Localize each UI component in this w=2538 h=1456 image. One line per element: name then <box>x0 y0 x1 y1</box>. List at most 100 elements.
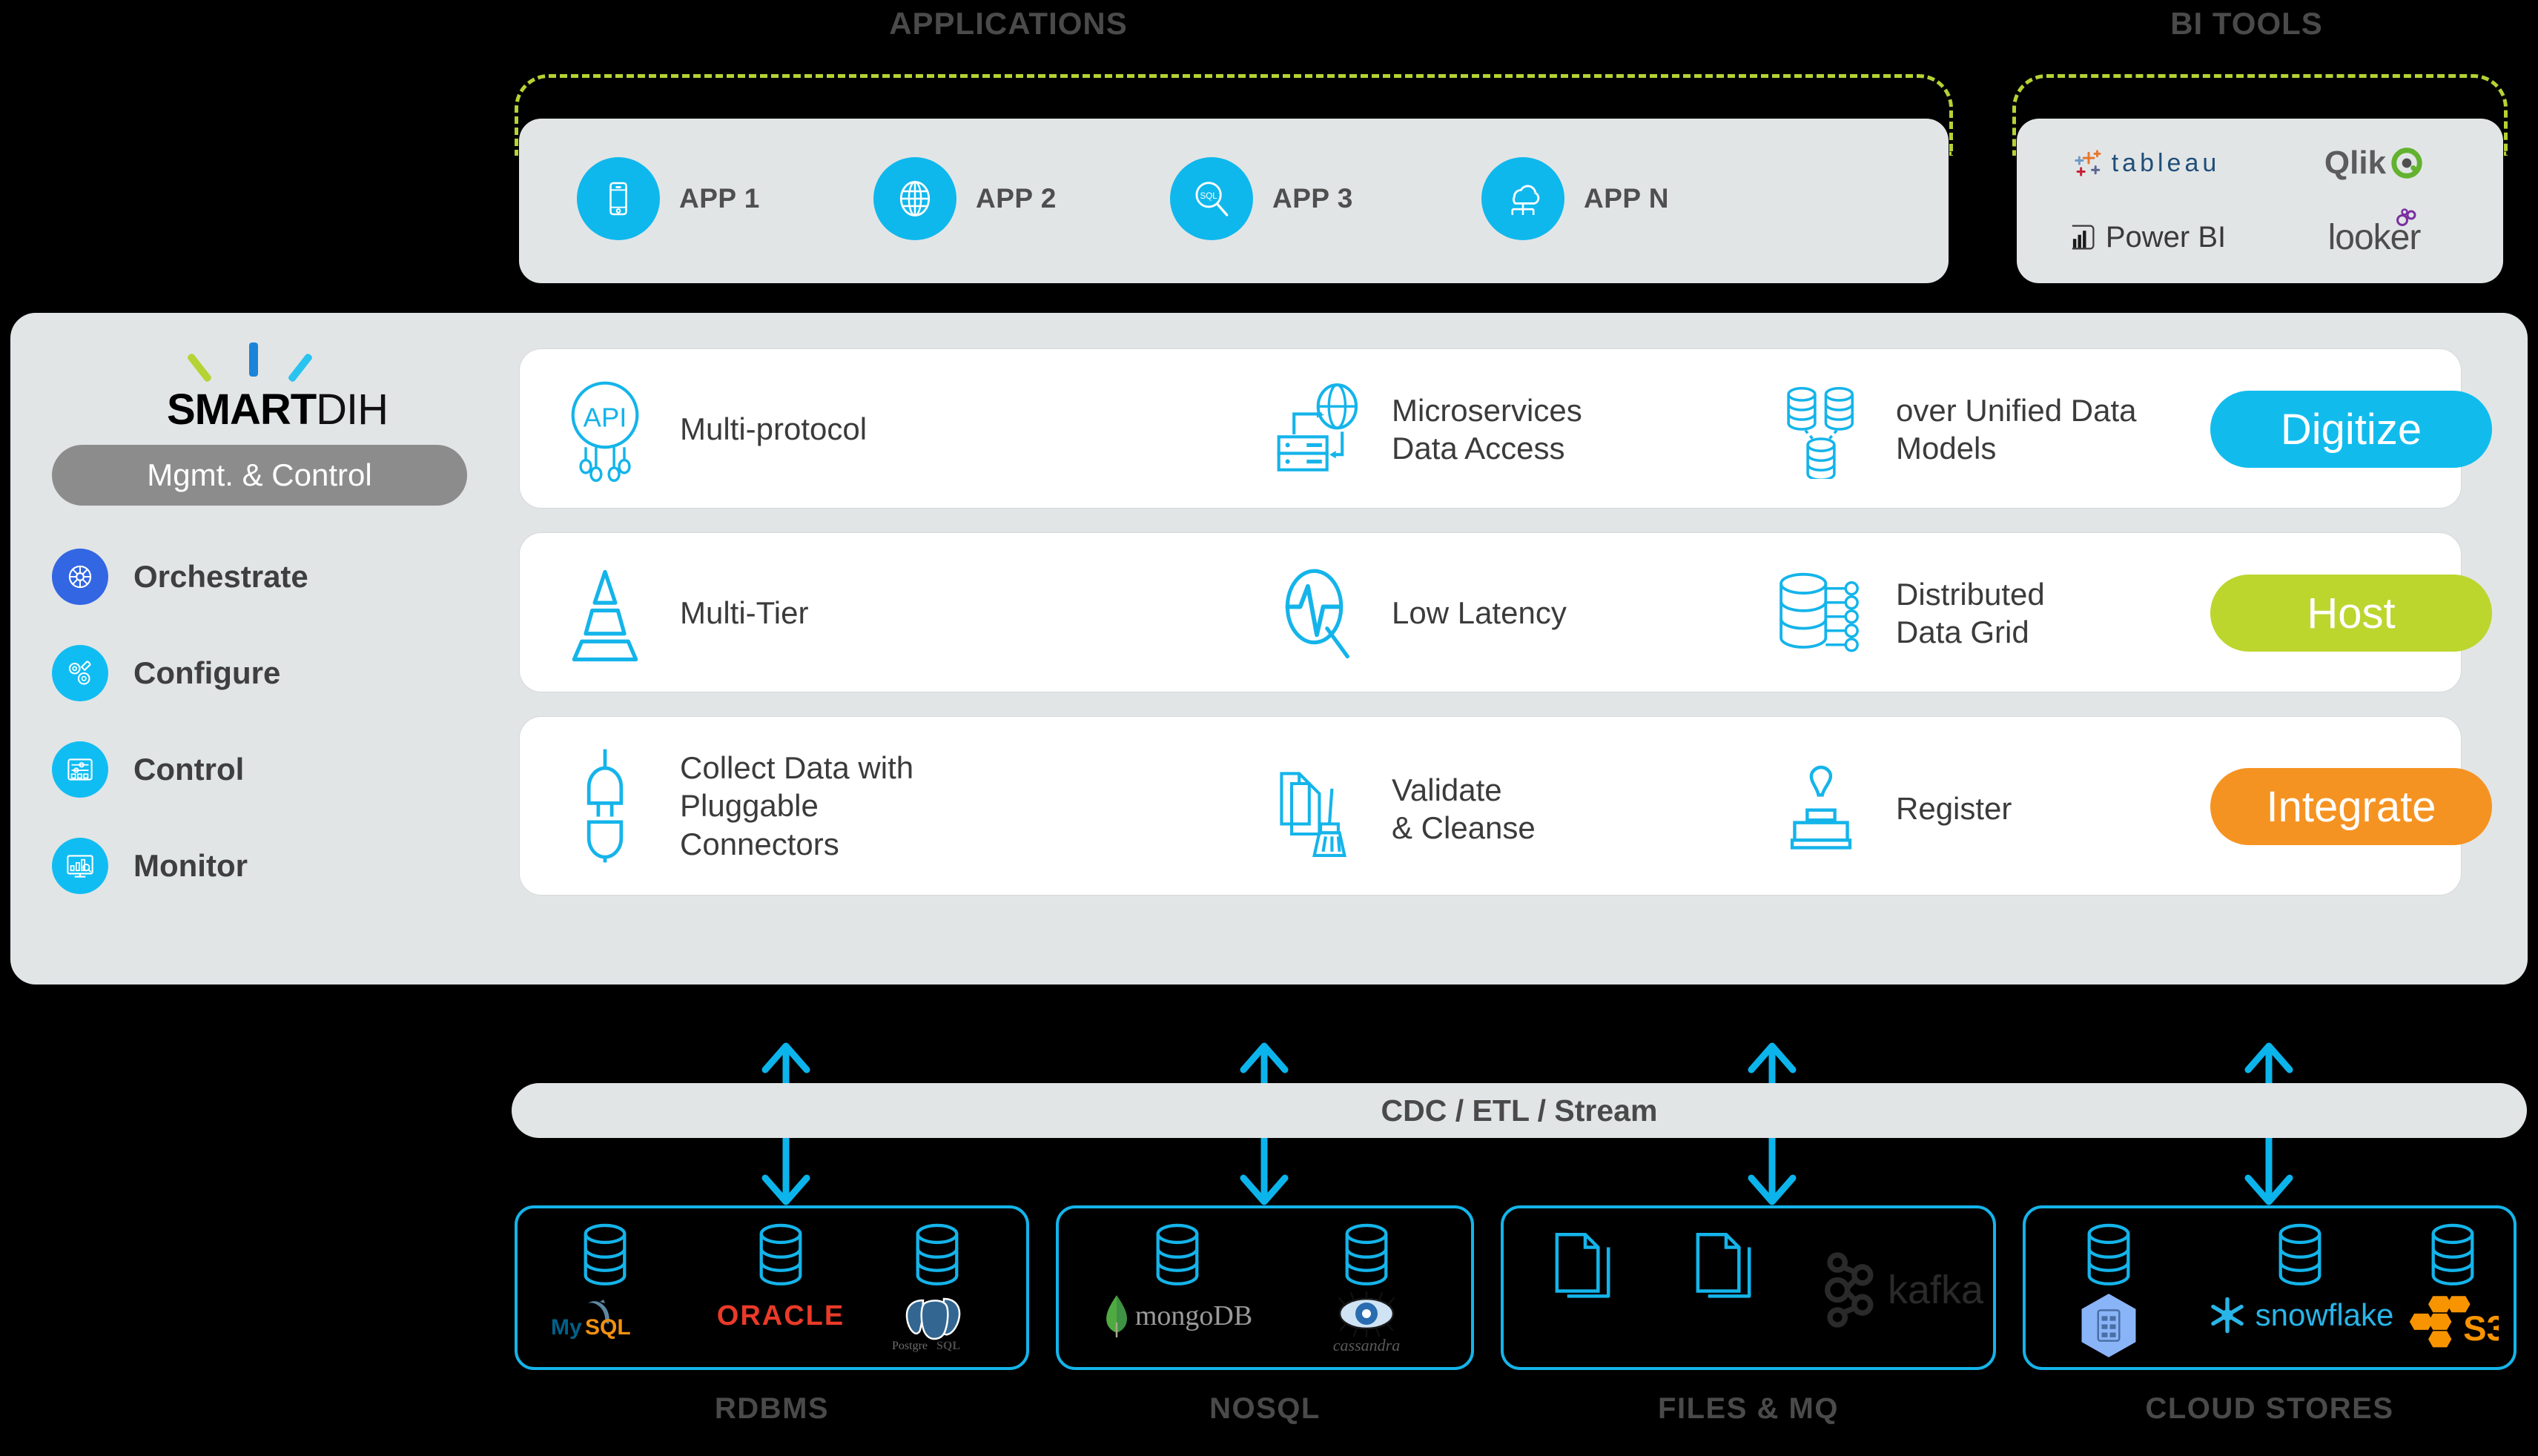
spark-green <box>186 352 213 383</box>
badge-digitize[interactable]: Digitize <box>2210 391 2492 468</box>
sidebar-label: Configure <box>133 655 281 690</box>
unified-data-models-icon <box>1765 380 1877 479</box>
app-item-4[interactable]: APP N <box>1481 157 1669 240</box>
bi-tool-tableau[interactable]: tableau <box>2072 146 2221 180</box>
database-cylinder-icon <box>1156 1223 1199 1285</box>
feature-text: Microservices Data Access <box>1392 392 1582 466</box>
validate-cleanse-icon <box>1261 758 1372 859</box>
sidebar-label: Control <box>133 752 245 787</box>
source-box-rdbms[interactable]: My SQL ORACLE Postgre SQL <box>515 1205 1029 1370</box>
source-item-file-1 <box>1547 1229 1624 1309</box>
feature-cell-unified-models[interactable]: over Unified Data Models <box>1765 374 2137 484</box>
app-label: APP N <box>1584 183 1669 214</box>
source-caption-nosql: NOSQL <box>1209 1392 1321 1425</box>
file-icon <box>1555 1232 1610 1298</box>
source-box-files-mq[interactable]: kafka <box>1501 1205 1996 1370</box>
feature-text: Validate & Cleanse <box>1392 772 1536 845</box>
app-item-2[interactable]: APP 2 <box>873 157 1057 240</box>
spark-blue-light <box>287 352 314 383</box>
svg-text:S3: S3 <box>2463 1308 2499 1348</box>
feature-text: Collect Data with Pluggable Connectors <box>680 750 914 861</box>
badge-label: Digitize <box>2280 405 2422 454</box>
feature-cell-register[interactable]: Register <box>1765 754 2012 864</box>
source-item-cassandra: cassandra <box>1296 1222 1437 1355</box>
source-item-postgresql: Postgre SQL <box>870 1222 1004 1352</box>
pyramid-icon <box>549 564 661 662</box>
data-grid-icon <box>1765 567 1877 659</box>
bi-tool-looker[interactable]: looker <box>2328 208 2421 258</box>
source-item-snowflake: snowflake <box>2196 1222 2404 1336</box>
source-box-nosql[interactable]: mongoDB cassandra <box>1056 1205 1474 1370</box>
sidebar-item-orchestrate[interactable]: Orchestrate <box>52 549 308 605</box>
mysql-logo: My SQL <box>551 1300 631 1340</box>
feature-text: over Unified Data Models <box>1896 392 2137 466</box>
tableau-logo <box>2074 150 2101 176</box>
app-item-3[interactable]: SQL APP 3 <box>1170 157 1353 240</box>
feature-row-integrate: Collect Data with Pluggable Connectors V… <box>519 716 2492 896</box>
brand-logo: SMARTDIH <box>122 343 433 434</box>
qlik-q-icon <box>2391 148 2422 179</box>
control-panel-icon <box>52 741 108 798</box>
power-bi-logo <box>2072 225 2095 250</box>
postgresql-logo: Postgre SQL <box>892 1297 961 1352</box>
feature-cell-low-latency[interactable]: Low Latency <box>1261 558 1567 668</box>
stamp-icon <box>1765 760 1877 858</box>
api-icon: API <box>549 377 661 482</box>
bi-tool-label: tableau <box>2111 148 2221 177</box>
source-label: kafka <box>1888 1268 1984 1312</box>
source-item-mysql: My SQL <box>546 1222 664 1348</box>
app-label: APP 1 <box>679 183 760 214</box>
svg-text:SQL: SQL <box>936 1340 960 1352</box>
sidebar-item-monitor[interactable]: Monitor <box>52 838 248 894</box>
sidebar-item-configure[interactable]: Configure <box>52 645 280 701</box>
latency-pulse-icon <box>1261 564 1372 662</box>
source-label: ORACLE <box>716 1300 845 1331</box>
bi-tool-qlik[interactable]: Qlik <box>2324 145 2424 182</box>
sidebar-item-control[interactable]: Control <box>52 741 244 798</box>
source-item-oracle: ORACLE <box>703 1222 859 1332</box>
source-item-kafka: kafka <box>1822 1250 1983 1330</box>
svg-text:SQL: SQL <box>585 1315 631 1340</box>
bi-tool-label: Qlik <box>2324 145 2387 181</box>
database-cylinder-icon <box>1345 1223 1388 1285</box>
source-caption-rdbms: RDBMS <box>714 1392 830 1425</box>
mgmt-control-pill[interactable]: Mgmt. & Control <box>52 445 467 506</box>
feature-cell-validate-cleanse[interactable]: Validate & Cleanse <box>1261 754 1536 864</box>
feature-cell-connectors[interactable]: Collect Data with Pluggable Connectors <box>549 742 913 870</box>
brand-bold: SMART <box>166 385 317 434</box>
svg-text:cassandra: cassandra <box>1333 1336 1400 1354</box>
feature-text: Register <box>1896 791 2012 827</box>
svg-text:API: API <box>584 403 627 433</box>
mgmt-control-label: Mgmt. & Control <box>147 457 372 492</box>
badge-integrate[interactable]: Integrate <box>2210 768 2492 845</box>
file-icon <box>1696 1232 1751 1298</box>
badge-host[interactable]: Host <box>2210 575 2492 652</box>
smartdih-platform-panel: SMARTDIH Mgmt. & Control Orchestrate Con… <box>10 313 2528 985</box>
badge-label: Integrate <box>2266 782 2436 831</box>
brand-light: DIH <box>316 385 389 434</box>
svg-text:My: My <box>551 1315 582 1340</box>
badge-label: Host <box>2307 589 2396 638</box>
feature-text: Distributed Data Grid <box>1896 576 2045 649</box>
feature-cell-data-grid[interactable]: Distributed Data Grid <box>1765 558 2045 668</box>
feature-cell-microservices[interactable]: Microservices Data Access <box>1261 374 1582 484</box>
pipeline-label: CDC / ETL / Stream <box>1381 1093 1658 1128</box>
sidebar-label: Monitor <box>133 848 248 883</box>
bi-tool-label: Power BI <box>2105 220 2227 254</box>
database-cylinder-icon <box>759 1223 802 1285</box>
feature-cell-multi-tier[interactable]: Multi-Tier <box>549 558 808 668</box>
snowflake-icon <box>2210 1297 2244 1334</box>
app-item-1[interactable]: APP 1 <box>577 157 760 240</box>
source-item-bigquery <box>2057 1222 2161 1360</box>
source-item-file-2 <box>1688 1229 1765 1309</box>
bigquery-logo <box>2081 1294 2136 1357</box>
feature-cell-multi-protocol[interactable]: API Multi-protocol <box>549 374 867 484</box>
app-label: APP 2 <box>976 183 1057 214</box>
bi-tool-powerbi[interactable]: Power BI <box>2066 221 2226 254</box>
source-box-cloud-stores[interactable]: snowflake S3 <box>2023 1205 2516 1370</box>
diagram-canvas: APPLICATIONS BI TOOLS APP 1 APP 2 SQL AP… <box>0 0 2538 1456</box>
bi-tools-title: BI TOOLS <box>2170 6 2323 41</box>
sidebar-label: Orchestrate <box>133 559 308 594</box>
database-cylinder-icon <box>584 1223 627 1285</box>
feature-text: Low Latency <box>1392 595 1567 631</box>
